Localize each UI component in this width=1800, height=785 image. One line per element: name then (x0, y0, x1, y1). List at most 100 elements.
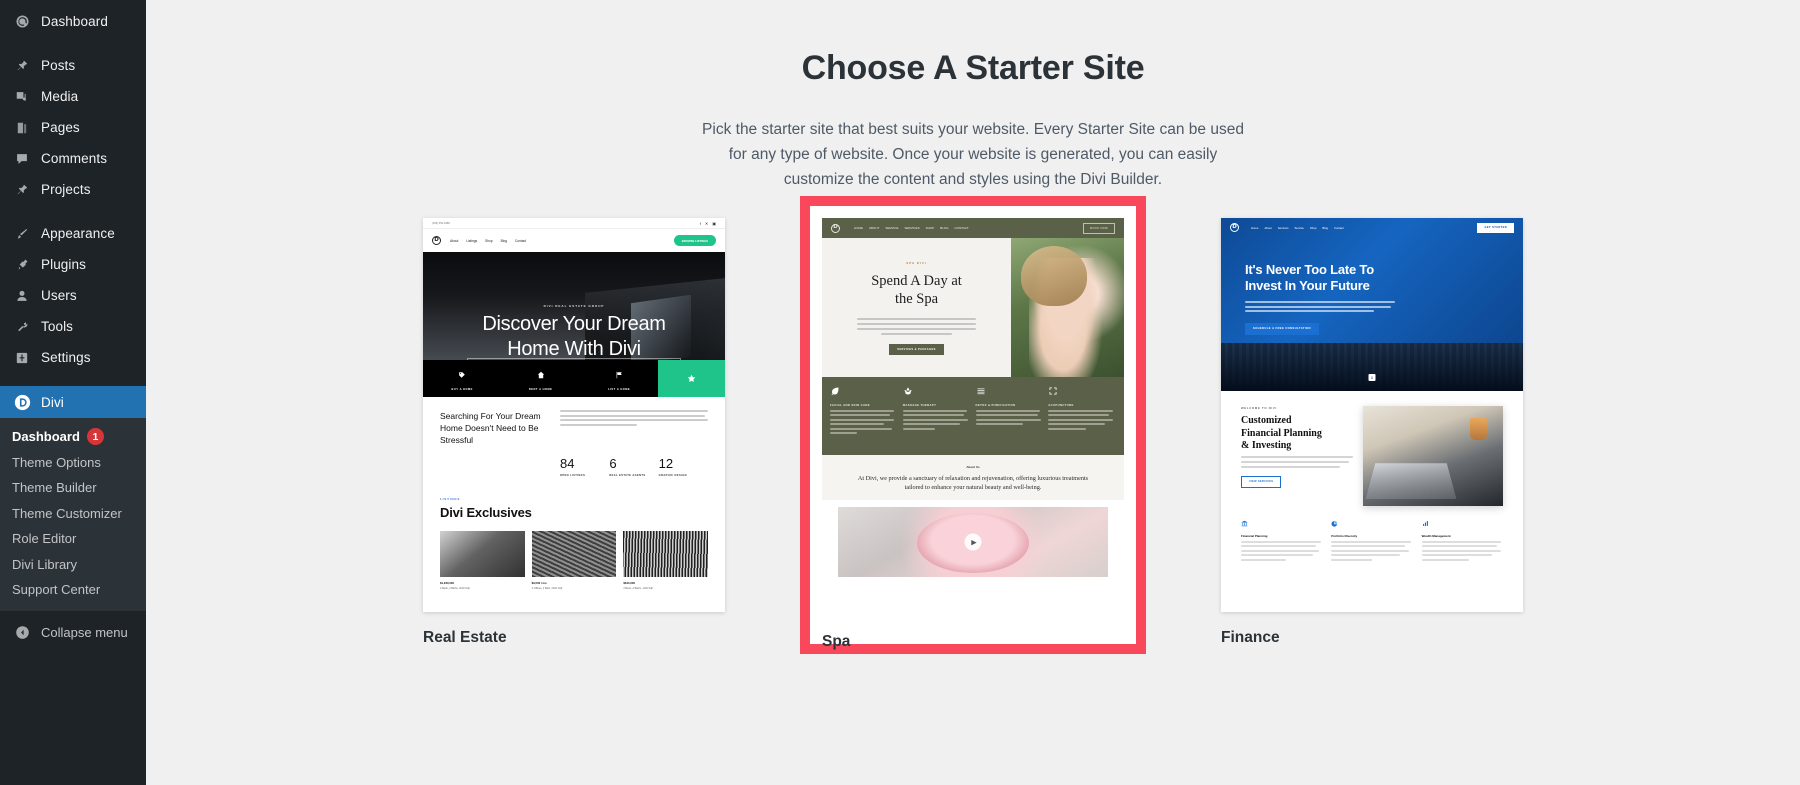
re-stat-label: GRAPHIC DESIGN (658, 474, 687, 477)
plug-icon (12, 256, 32, 274)
property-photo (623, 531, 709, 577)
submenu-item-label: Divi Library (12, 556, 78, 572)
text-line (1241, 545, 1316, 547)
text-line (1241, 554, 1313, 556)
submenu-item-dashboard[interactable]: Dashboard 1 (0, 424, 146, 450)
fin-feature-title: Financial Planning (1241, 534, 1268, 538)
sidebar-item-users[interactable]: Users (0, 280, 146, 311)
sidebar-item-appearance[interactable]: Appearance (0, 218, 146, 249)
admin-sidebar: Dashboard Posts Media Pages Comments Pro… (0, 0, 146, 785)
card-thumbnail-spa[interactable]: D HOME ABOUT SERVICE SERVICES SHOP BLOG … (822, 218, 1124, 612)
fin-body-eyebrow: WELCOME TO DIVI (1241, 406, 1277, 410)
spa-service-title: DETOX & PURIFICATION (975, 403, 1016, 407)
card-thumbnail-finance[interactable]: D Home About Services Service Shop Blog … (1221, 218, 1523, 612)
submenu-item-label: Dashboard (12, 429, 80, 445)
text-line (1241, 460, 1349, 463)
model-hair (1021, 246, 1087, 306)
submenu-item-divi-library[interactable]: Divi Library (0, 552, 146, 578)
re-body-heading: Searching For Your Dream Home Doesn't Ne… (440, 411, 541, 445)
re-hero: DIVI REAL ESTATE GROUP Discover Your Dre… (423, 252, 725, 397)
re-stat-label: OPEN LISTINGS (560, 474, 586, 477)
sidebar-item-dashboard[interactable]: Dashboard (0, 6, 146, 37)
submenu-item-role-editor[interactable]: Role Editor (0, 526, 146, 552)
text-line (830, 423, 885, 425)
wrench-icon (12, 318, 32, 336)
spa-hero-paragraph (856, 315, 977, 335)
nav-link: HOME (854, 226, 863, 230)
spa-service-title: MASSAGE THERAPY (902, 403, 937, 407)
sidebar-item-projects[interactable]: Projects (0, 174, 146, 205)
sidebar-item-tools[interactable]: Tools (0, 311, 146, 342)
text-line (975, 423, 1023, 425)
submenu-item-theme-customizer[interactable]: Theme Customizer (0, 501, 146, 527)
sidebar-item-label: Projects (41, 182, 91, 197)
text-line (975, 414, 1038, 416)
sidebar-item-posts[interactable]: Posts (0, 50, 146, 81)
instagram-icon: ▣ (712, 220, 716, 226)
submenu-item-theme-builder[interactable]: Theme Builder (0, 475, 146, 501)
text-line (560, 410, 708, 412)
text-line (1048, 418, 1114, 421)
re-nav-cta: BROWSE LISTINGS (673, 235, 716, 246)
divi-logo-icon (12, 393, 32, 411)
sidebar-item-media[interactable]: Media (0, 81, 146, 112)
nav-link: SHOP (925, 226, 935, 230)
spa-service: DETOX & PURIFICATION (975, 386, 1044, 455)
sidebar-item-divi[interactable]: Divi (0, 386, 146, 418)
fin-hero: D Home About Services Service Shop Blog … (1221, 218, 1523, 391)
text-line (1241, 540, 1321, 543)
re-stat: 6 REAL ESTATE AGENTS (609, 456, 658, 477)
nav-link: SERVICES (904, 226, 920, 230)
house-icon (537, 366, 545, 384)
card-label: Real Estate (423, 629, 507, 646)
text-line (902, 414, 964, 416)
re-section-eyebrow: LISTINGS (440, 497, 461, 501)
submenu-item-theme-options[interactable]: Theme Options (0, 450, 146, 476)
text-line (1421, 554, 1492, 556)
sidebar-item-plugins[interactable]: Plugins (0, 249, 146, 280)
spa-service-title: ACUPUNCTURE (1048, 403, 1074, 407)
text-line (1421, 558, 1469, 561)
text-line (902, 427, 936, 430)
sidebar-item-label: Media (41, 89, 79, 104)
settings-icon (12, 349, 32, 367)
collapse-menu-button[interactable]: Collapse menu (0, 616, 146, 650)
text-line (1331, 545, 1405, 547)
starter-site-card-real-estate[interactable]: (255) 352-6389 f ✕ ▣ D About Listings Sh… (423, 218, 725, 651)
needles-icon (1048, 386, 1116, 398)
submenu-item-support-center[interactable]: Support Center (0, 577, 146, 603)
re-icon-label: RENT A HOME (528, 388, 553, 391)
re-stat-spacer (440, 456, 560, 477)
re-body: Searching For Your Dream Home Doesn't Ne… (423, 397, 725, 590)
sidebar-item-comments[interactable]: Comments (0, 143, 146, 174)
laptop-desk-photo (1363, 406, 1503, 506)
play-icon: ▶ (964, 533, 982, 551)
nav-link: Services (1277, 225, 1289, 230)
sidebar-item-settings[interactable]: Settings (0, 342, 146, 373)
sidebar-item-pages[interactable]: Pages (0, 112, 146, 143)
text-line (1245, 310, 1374, 312)
starter-site-card-finance[interactable]: D Home About Services Service Shop Blog … (1221, 218, 1523, 651)
submenu-item-label: Theme Options (12, 454, 101, 470)
text-line (1241, 455, 1353, 458)
re-exclusives-section: LISTINGS Divi Exclusives (440, 497, 708, 520)
property-photo (531, 531, 617, 577)
starter-site-grid: (255) 352-6389 f ✕ ▣ D About Listings Sh… (146, 196, 1800, 654)
lotus-icon (903, 386, 971, 398)
re-nav-links: About Listings Shop Blog Contact (450, 239, 526, 243)
starter-site-card-spa[interactable]: D HOME ABOUT SERVICE SERVICES SHOP BLOG … (800, 196, 1146, 654)
re-icon-cell: RENT A HOME (501, 360, 579, 397)
card-label: Spa (822, 633, 851, 650)
spa-nav-cta: BOOK NOW (1083, 222, 1115, 234)
text-line (830, 414, 890, 416)
re-property-list: $1,230,000 4 Beds, 3 Baths, 3200 Sqft $9… (440, 531, 709, 590)
spa-hero-button: SERVICES & PACKAGES (889, 343, 944, 355)
menu-separator (0, 205, 146, 218)
text-line (1048, 409, 1113, 412)
card-thumbnail-real-estate[interactable]: (255) 352-6389 f ✕ ▣ D About Listings Sh… (423, 218, 725, 612)
text-line (1245, 305, 1391, 308)
text-line (856, 327, 977, 330)
facebook-icon: f (699, 220, 701, 226)
bank-icon (1241, 520, 1322, 530)
nav-link: Service (1294, 225, 1304, 230)
